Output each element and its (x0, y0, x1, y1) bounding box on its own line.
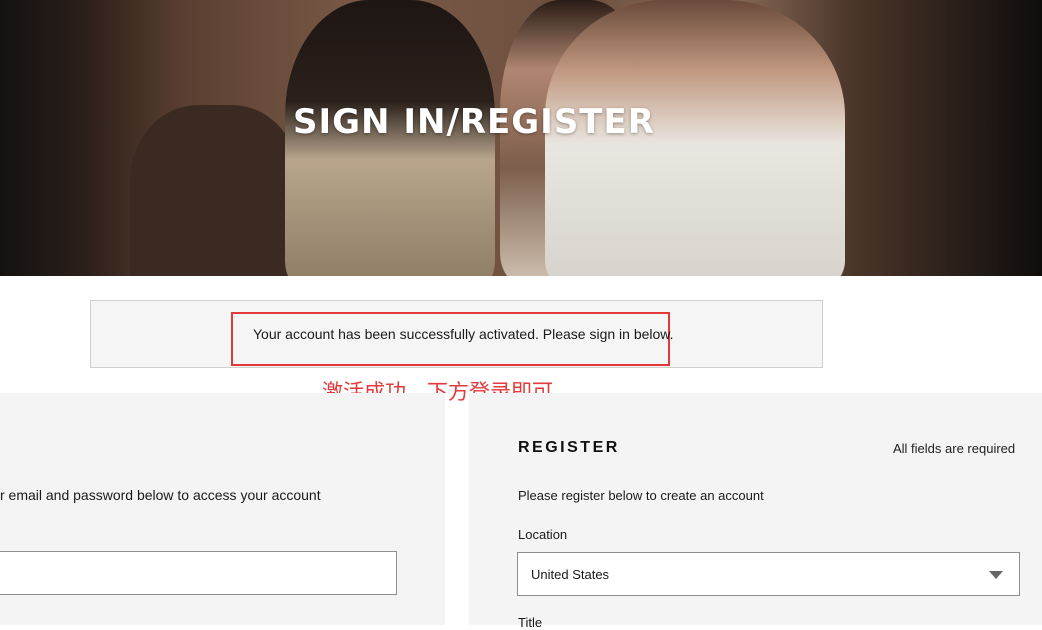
signin-description: r email and password below to access you… (0, 487, 321, 503)
chevron-down-icon (989, 571, 1003, 579)
hero-photo-figure (130, 105, 300, 276)
location-selected-value: United States (531, 567, 610, 582)
register-description: Please register below to create an accou… (518, 488, 764, 503)
register-heading: REGISTER (518, 439, 620, 456)
title-label: Title (518, 615, 543, 630)
location-select[interactable]: United States (517, 552, 1020, 596)
required-fields-note: All fields are required (893, 441, 1016, 456)
email-field[interactable] (0, 551, 397, 595)
location-label: Location (518, 527, 568, 542)
hero-banner: SIGN IN/REGISTER (0, 0, 1042, 276)
activation-message: Your account has been successfully activ… (253, 326, 674, 342)
page-title: SIGN IN/REGISTER (293, 102, 655, 142)
